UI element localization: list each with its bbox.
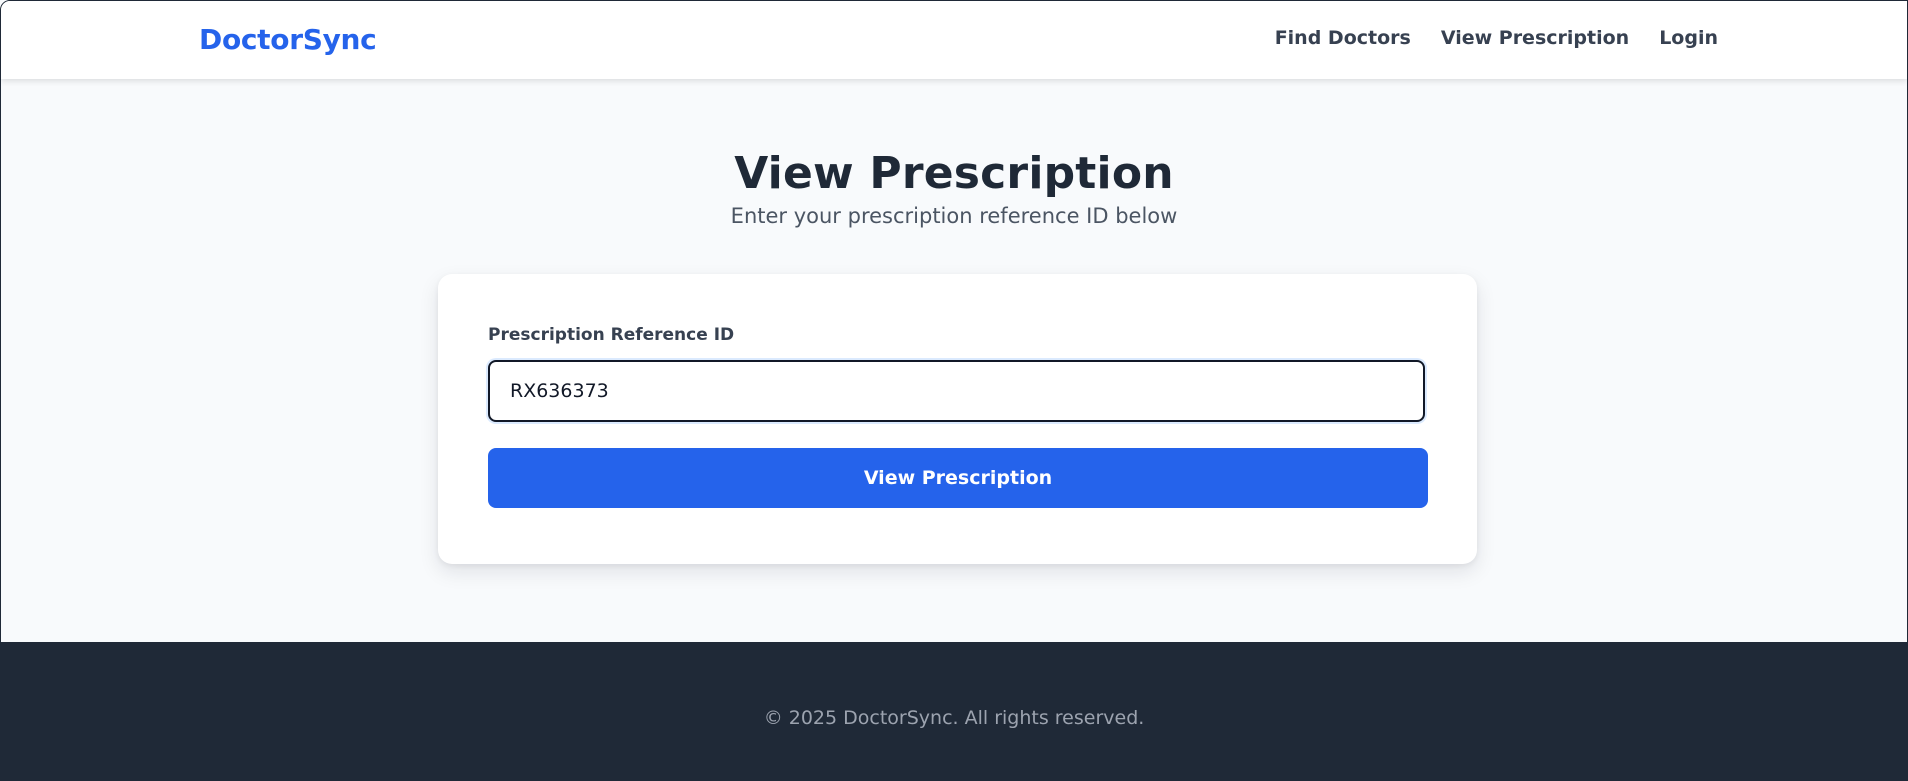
page-title: View Prescription xyxy=(734,148,1174,200)
nav-link-find-doctors[interactable]: Find Doctors xyxy=(1275,27,1411,49)
page-subtitle: Enter your prescription reference ID bel… xyxy=(730,204,1178,228)
nav-link-login[interactable]: Login xyxy=(1659,27,1718,49)
prescription-lookup-card: Prescription Reference ID View Prescript… xyxy=(438,274,1477,564)
main-nav: Find Doctors View Prescription Login xyxy=(1275,27,1718,49)
reference-id-input[interactable] xyxy=(488,360,1425,422)
nav-link-view-prescription[interactable]: View Prescription xyxy=(1441,27,1629,49)
reference-id-label: Prescription Reference ID xyxy=(488,325,735,345)
footer-copyright: © 2025 DoctorSync. All rights reserved. xyxy=(763,707,1145,729)
footer: © 2025 DoctorSync. All rights reserved. xyxy=(1,642,1907,780)
main-content: View Prescription Enter your prescriptio… xyxy=(1,79,1907,642)
app-window: DoctorSync Find Doctors View Prescriptio… xyxy=(0,0,1908,781)
brand-logo-text[interactable]: DoctorSync xyxy=(199,23,377,56)
top-navigation-bar: DoctorSync Find Doctors View Prescriptio… xyxy=(1,1,1907,79)
view-prescription-button[interactable]: View Prescription xyxy=(488,448,1428,508)
